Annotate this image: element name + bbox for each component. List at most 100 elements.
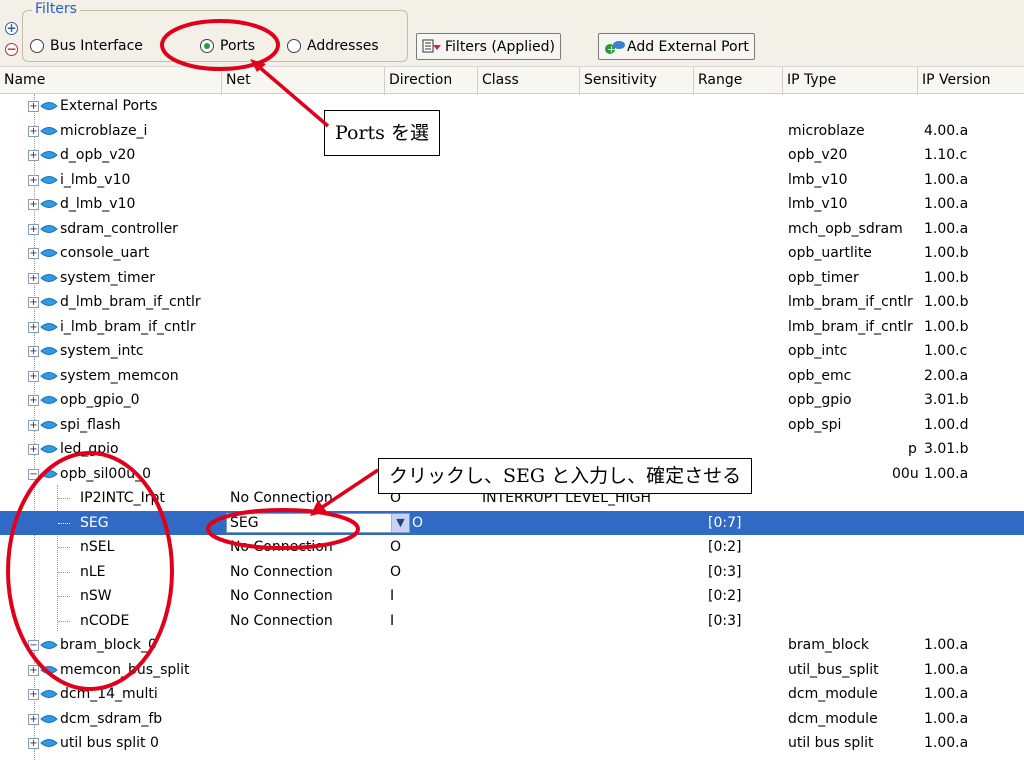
expand-icon[interactable]: + [28,272,39,284]
col-ip-type[interactable]: IP Type [783,67,918,95]
row-ip-version: 3.01.b [924,392,969,408]
col-net[interactable]: Net [222,67,385,95]
tree-guide [58,620,70,622]
instance-icon [40,102,58,110]
radio-label: Addresses [307,38,379,54]
row-name: opb_sil00u_0 [60,465,152,482]
expand-icon[interactable]: + [28,297,39,308]
expand-icon[interactable]: + [28,101,39,112]
tree-row[interactable]: + d_lmb_bram_if_cntlr lmb_bram_if_cntlr … [0,290,1024,315]
row-name: dcm_14_multi [60,686,158,702]
row-name: spi_flash [60,416,121,433]
col-direction[interactable]: Direction [385,67,478,95]
tree-row[interactable]: + system_memcon opb_emc 2.00.a [0,364,1024,389]
expand-icon[interactable]: + [28,689,39,700]
expand-icon[interactable]: + [28,444,39,455]
tree-row[interactable]: + sdram_controller mch_opb_sdram 1.00.a [0,217,1024,242]
port-row[interactable]: nLE No Connection O [0:3] [0,560,1024,585]
collapse-icon[interactable]: − [28,640,39,651]
collapse-icon[interactable]: − [28,468,39,480]
row-ip-version: 1.00.b [924,294,969,310]
tree-row[interactable]: + console_uart opb_uartlite 1.00.b [0,241,1024,266]
tree-row[interactable]: − bram_block_0 bram_block 1.00.a [0,633,1024,658]
expand-icon[interactable]: + [28,395,39,406]
row-ip-type: util_bus_split [788,661,879,678]
port-row-selected[interactable]: SEG SEG ▼ O [0:7] [0,510,1024,535]
row-name: sdram_controller [60,220,178,237]
net-combobox[interactable]: SEG ▼ [226,512,410,533]
tree-row[interactable]: + spi_flash opb_spi 1.00.d [0,413,1024,438]
collapse-all-icon[interactable]: − [5,43,18,56]
expand-icon[interactable]: + [28,150,39,161]
expand-icon[interactable]: + [28,125,39,137]
row-ip-version: 1.00.a [924,637,969,653]
tree-row[interactable]: + system_intc opb_intc 1.00.c [0,339,1024,364]
tree-row[interactable]: + i_lmb_bram_if_cntlr lmb_bram_if_cntlr … [0,315,1024,340]
radio-ports[interactable]: Ports [200,36,255,56]
net-combobox-value[interactable]: SEG [230,515,259,531]
row-ip-type: microblaze [788,122,865,139]
add-external-port-button[interactable]: + Add External Port [598,33,755,60]
expand-icon[interactable]: + [28,174,39,186]
expand-all-icon[interactable]: + [5,22,18,35]
col-sensitivity[interactable]: Sensitivity [580,67,694,95]
port-row[interactable]: nSW No Connection I [0:2] [0,584,1024,609]
tree-row[interactable]: + dcm_14_multi dcm_module 1.00.a [0,682,1024,707]
tree-row[interactable]: + i_lmb_v10 lmb_v10 1.00.a [0,168,1024,193]
tree-guide [58,571,70,573]
port-net: No Connection [230,588,333,604]
row-ip-type: util bus split [788,735,874,751]
port-direction: I [390,588,395,604]
expand-icon[interactable]: + [28,223,39,235]
tree-row[interactable]: + dcm_sdram_fb dcm_module 1.00.a [0,707,1024,732]
instance-icon [40,690,58,698]
filters-applied-button[interactable]: Filters (Applied) [416,33,561,60]
instance-icon [40,714,58,723]
expand-icon[interactable]: + [28,664,39,676]
col-class[interactable]: Class [478,67,580,95]
row-ip-type: opb_gpio [788,392,852,408]
port-range: [0:2] [708,588,742,604]
col-name[interactable]: Name [0,67,222,95]
port-row[interactable]: nCODE No Connection I [0:3] [0,609,1024,634]
radio-addresses[interactable]: Addresses [287,36,379,56]
row-ip-version: 1.00.b [924,269,969,286]
port-range: [0:3] [708,563,742,580]
row-ip-version: 1.00.a [924,710,969,727]
col-range[interactable]: Range [694,67,783,95]
instance-icon [40,224,58,233]
expand-icon[interactable]: + [28,738,39,749]
tree-row[interactable]: + memcon_bus_split util_bus_split 1.00.a [0,658,1024,683]
chevron-down-icon[interactable]: ▼ [391,513,409,532]
row-ip-type: opb_intc [788,343,848,359]
port-name: nSEL [80,539,115,555]
callout-ports: Ports を選 [324,110,440,156]
tree-row[interactable]: + d_opb_v20 opb_v20 1.10.c [0,143,1024,168]
tree-row[interactable]: + d_lmb_v10 lmb_v10 1.00.a [0,192,1024,217]
tree-guide [58,522,70,524]
tree-row[interactable]: + system_timer opb_timer 1.00.b [0,266,1024,291]
expand-icon[interactable]: + [28,713,39,725]
expand-icon[interactable]: + [28,248,39,259]
row-name: d_lmb_v10 [60,196,136,212]
tree-row[interactable]: + External Ports [0,94,1024,119]
row-ip-version: 1.00.a [924,220,969,237]
instance-icon [40,469,58,478]
row-name: External Ports [60,98,158,114]
expand-icon[interactable]: + [28,419,39,431]
expand-icon[interactable]: + [28,370,39,382]
row-ip-version: 1.00.b [924,245,969,261]
port-range: [0:7] [708,514,742,531]
expand-icon[interactable]: + [28,199,39,210]
tree-row[interactable]: + microblaze_i microblaze 4.00.a [0,119,1024,144]
radio-bus-interface[interactable]: Bus Interface [30,36,143,56]
port-row[interactable]: nSEL No Connection O [0:2] [0,535,1024,560]
tree-row[interactable]: + opb_gpio_0 opb_gpio 3.01.b [0,388,1024,413]
radio-dot-icon [200,39,214,53]
row-name: led_gpio [60,441,119,457]
expand-icon[interactable]: + [28,346,39,357]
expand-icon[interactable]: + [28,321,39,333]
col-ip-version[interactable]: IP Version [918,67,1024,95]
row-ip-type: opb_emc [788,367,852,384]
tree-row[interactable]: + util bus split 0 util bus split 1.00.a [0,731,1024,756]
